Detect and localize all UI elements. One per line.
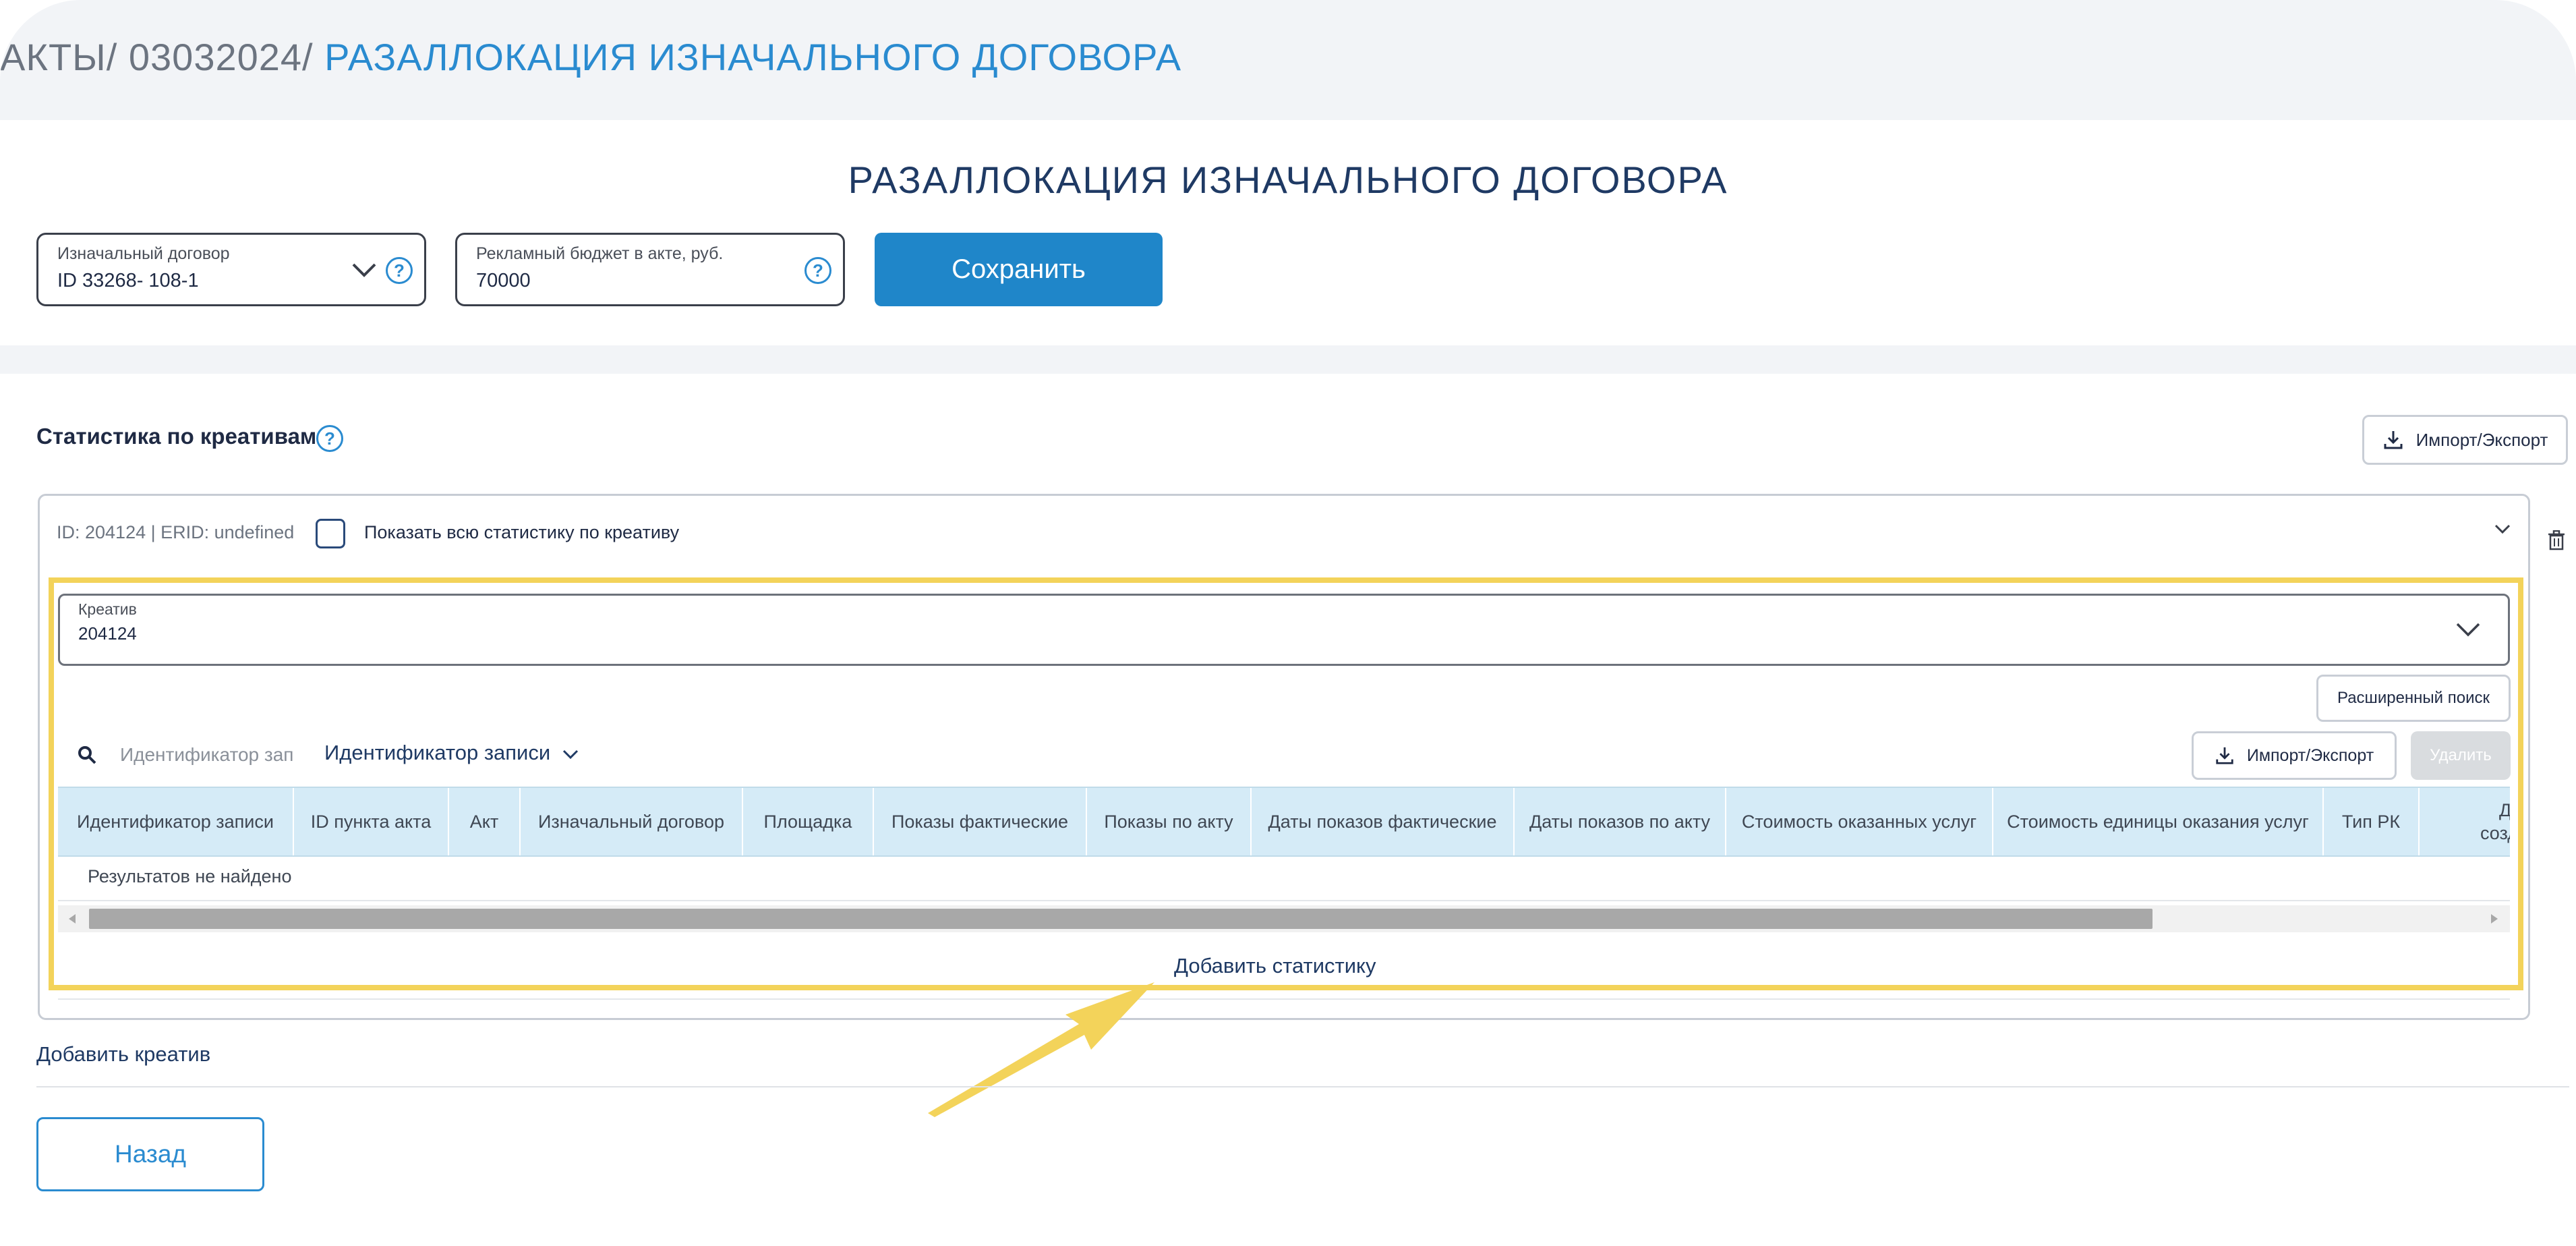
breadcrumb-item-acts[interactable]: АКТЫ	[0, 36, 107, 78]
divider	[36, 1086, 2569, 1087]
help-icon[interactable]: ?	[316, 425, 343, 452]
trash-icon[interactable]	[2548, 530, 2565, 550]
contract-select[interactable]: Изначальный договор ID 33268- 108-1 ?	[36, 233, 426, 306]
budget-input[interactable]: Рекламный бюджет в акте, руб. 70000 ?	[455, 233, 845, 306]
chevron-down-icon[interactable]	[2494, 523, 2511, 536]
section-title-text: Статистика по креативам	[36, 424, 317, 449]
annotation-arrow	[928, 982, 1154, 1117]
creative-id-text: ID: 204124 | ERID: undefined	[57, 522, 295, 542]
breadcrumb-separator: /	[302, 36, 314, 78]
import-export-button[interactable]: Импорт/Экспорт	[2362, 415, 2568, 465]
add-creative-link[interactable]: Добавить креатив	[36, 1042, 210, 1067]
breadcrumb-item-act-number[interactable]: 03032024	[129, 36, 302, 78]
page-title: РАЗАЛЛОКАЦИЯ ИЗНАЧАЛЬНОГО ДОГОВОРА	[848, 159, 1728, 201]
section-divider	[0, 345, 2576, 374]
contract-value: ID 33268- 108-1	[57, 270, 199, 291]
budget-label: Рекламный бюджет в акте, руб.	[476, 244, 724, 263]
help-icon[interactable]: ?	[386, 257, 413, 284]
highlight-frame	[49, 577, 2523, 990]
chevron-down-icon[interactable]	[351, 260, 378, 279]
save-button[interactable]: Сохранить	[875, 233, 1163, 306]
page: АКТЫ/ 03032024/ РАЗАЛЛОКАЦИЯ ИЗНАЧАЛЬНОГ…	[0, 0, 2576, 1246]
budget-value: 70000	[476, 270, 531, 291]
divider	[58, 998, 2510, 1000]
section-title: Статистика по креативам	[36, 424, 316, 449]
show-all-checkbox[interactable]	[316, 519, 345, 548]
breadcrumb-separator: /	[106, 36, 118, 78]
import-export-label: Импорт/Экспорт	[2416, 429, 2548, 450]
breadcrumb-current: РАЗАЛЛОКАЦИЯ ИЗНАЧАЛЬНОГО ДОГОВОРА	[324, 36, 1182, 78]
help-icon[interactable]: ?	[804, 257, 831, 284]
contract-label: Изначальный договор	[57, 244, 230, 263]
breadcrumb: АКТЫ/ 03032024/ РАЗАЛЛОКАЦИЯ ИЗНАЧАЛЬНОГ…	[0, 35, 1181, 79]
back-button[interactable]: Назад	[36, 1117, 264, 1191]
download-icon	[2384, 431, 2403, 449]
show-all-label: Показать всю статистику по креативу	[364, 522, 680, 542]
